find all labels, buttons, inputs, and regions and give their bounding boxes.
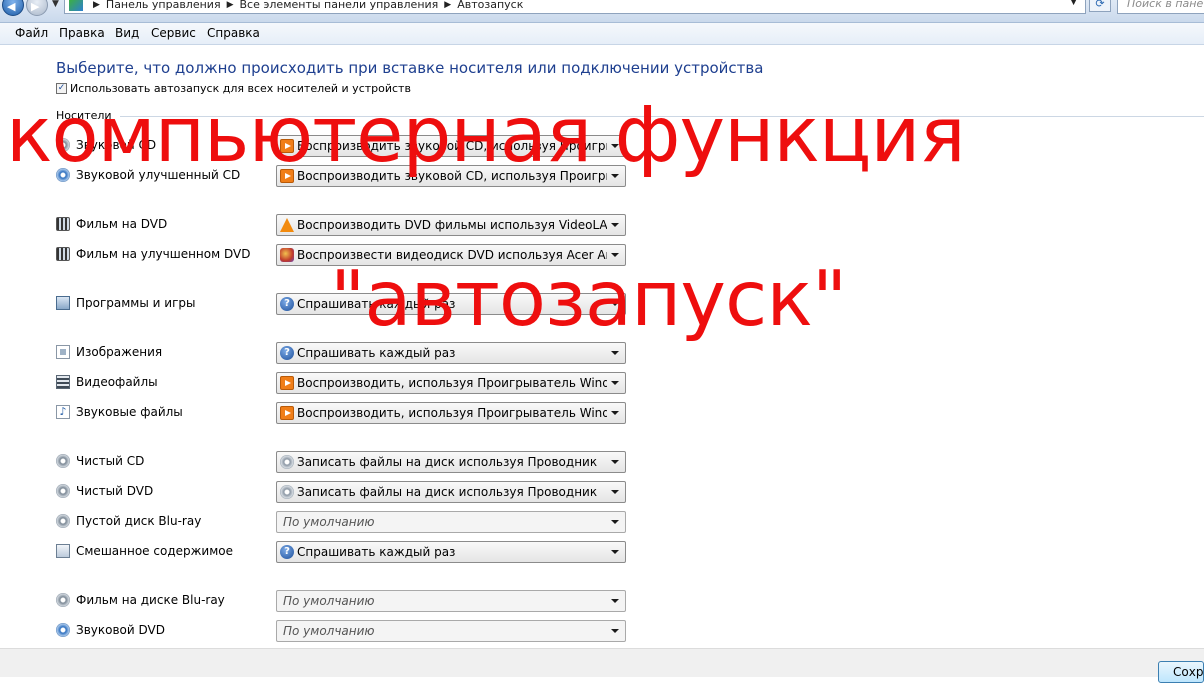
media-label-dvd-movie: Фильм на DVD xyxy=(56,217,167,231)
overlay-caption-line2: "автозапуск" xyxy=(330,255,847,344)
address-dropdown-icon[interactable]: ▼ xyxy=(1070,0,1077,7)
chevron-down-icon xyxy=(611,351,619,355)
forward-button[interactable]: ▶ xyxy=(26,0,48,16)
media-label-bluray-movie: Фильм на диске Blu-ray xyxy=(56,593,225,607)
action-select-audio-files[interactable]: Воспроизводить, используя Проигрыватель … xyxy=(276,402,626,424)
mixed-content-icon xyxy=(56,544,70,558)
media-label-enhanced-dvd: Фильм на улучшенном DVD xyxy=(56,247,250,261)
forward-arrow-icon: ▶ xyxy=(31,0,40,13)
overlay-caption-line1: компьютерная функция xyxy=(6,91,966,180)
refresh-icon: ⟳ xyxy=(1095,0,1105,10)
action-select-video-files[interactable]: Воспроизводить, используя Проигрыватель … xyxy=(276,372,626,394)
back-button[interactable]: ◀ xyxy=(2,0,24,16)
media-label-blank-cd: Чистый CD xyxy=(56,454,144,468)
search-input[interactable]: Поиск в пане xyxy=(1117,0,1204,14)
video-files-icon xyxy=(56,375,70,389)
chevron-down-icon xyxy=(611,629,619,633)
action-select-dvd-movie[interactable]: Воспроизводить DVD фильмы используя Vide… xyxy=(276,214,626,236)
media-label-blank-bluray: Пустой диск Blu-ray xyxy=(56,514,201,528)
menu-bar: Файл Правка Вид Сервис Справка xyxy=(0,23,1204,45)
breadcrumb-item-all-items[interactable]: Все элементы панели управления xyxy=(240,0,439,11)
enhanced-dvd-icon xyxy=(56,247,70,261)
chevron-right-icon[interactable]: ▶ xyxy=(444,0,451,10)
media-label-dvd-audio: Звуковой DVD xyxy=(56,623,165,637)
chevron-down-icon xyxy=(611,550,619,554)
action-select-blank-bluray[interactable]: По умолчанию xyxy=(276,511,626,533)
address-bar: ◀ ▶ ▼ ▶ Панель управления ▶ Все элементы… xyxy=(0,0,1204,23)
chevron-down-icon xyxy=(611,223,619,227)
ask-icon: ? xyxy=(280,346,294,360)
menu-view[interactable]: Вид xyxy=(115,26,139,40)
breadcrumb-item-autoplay[interactable]: Автозапуск xyxy=(457,0,523,11)
bottom-bar: Сохра xyxy=(0,648,1204,683)
menu-file[interactable]: Файл xyxy=(15,26,48,40)
chevron-down-icon xyxy=(611,490,619,494)
chevron-down-icon xyxy=(611,460,619,464)
breadcrumb[interactable]: ▶ Панель управления ▶ Все элементы панел… xyxy=(64,0,1086,14)
chevron-right-icon[interactable]: ▶ xyxy=(93,0,100,10)
media-label-mixed-content: Смешанное содержимое xyxy=(56,544,233,558)
media-label-programs: Программы и игры xyxy=(56,296,195,310)
breadcrumb-item-control-panel[interactable]: Панель управления xyxy=(106,0,221,11)
back-arrow-icon: ◀ xyxy=(7,0,16,13)
action-select-blank-dvd[interactable]: Записать файлы на диск используя Проводн… xyxy=(276,481,626,503)
control-panel-icon xyxy=(69,0,83,11)
audio-files-icon: ♪ xyxy=(56,405,70,419)
page-title: Выберите, что должно происходить при вст… xyxy=(56,59,764,77)
chevron-down-icon xyxy=(611,520,619,524)
vlc-icon xyxy=(280,218,294,232)
chevron-right-icon[interactable]: ▶ xyxy=(227,0,234,10)
blank-cd-icon xyxy=(56,454,70,468)
action-select-dvd-audio[interactable]: По умолчанию xyxy=(276,620,626,642)
media-label-audio-files: ♪ Звуковые файлы xyxy=(56,405,183,419)
media-label-pictures: Изображения xyxy=(56,345,162,359)
dvd-movie-icon xyxy=(56,217,70,231)
history-dropdown-icon[interactable]: ▼ xyxy=(52,0,59,9)
acer-arcade-icon xyxy=(280,248,294,262)
action-select-mixed-content[interactable]: ? Спрашивать каждый раз xyxy=(276,541,626,563)
pictures-icon xyxy=(56,345,70,359)
media-player-icon xyxy=(280,376,294,390)
blank-bluray-icon xyxy=(56,514,70,528)
save-button[interactable]: Сохра xyxy=(1158,661,1204,683)
ask-icon: ? xyxy=(280,297,294,311)
programs-icon xyxy=(56,296,70,310)
blank-dvd-icon xyxy=(56,484,70,498)
burn-disc-icon xyxy=(280,455,294,469)
bluray-movie-icon xyxy=(56,593,70,607)
chevron-down-icon xyxy=(611,381,619,385)
menu-edit[interactable]: Правка xyxy=(59,26,105,40)
action-select-blank-cd[interactable]: Записать файлы на диск используя Проводн… xyxy=(276,451,626,473)
media-label-blank-dvd: Чистый DVD xyxy=(56,484,153,498)
menu-help[interactable]: Справка xyxy=(207,26,260,40)
dvd-audio-icon xyxy=(56,623,70,637)
menu-tools[interactable]: Сервис xyxy=(151,26,196,40)
media-label-video-files: Видеофайлы xyxy=(56,375,158,389)
burn-disc-icon xyxy=(280,485,294,499)
chevron-down-icon xyxy=(611,599,619,603)
action-select-bluray-movie[interactable]: По умолчанию xyxy=(276,590,626,612)
chevron-down-icon xyxy=(611,411,619,415)
media-player-icon xyxy=(280,406,294,420)
refresh-button[interactable]: ⟳ xyxy=(1089,0,1111,12)
ask-icon: ? xyxy=(280,545,294,559)
